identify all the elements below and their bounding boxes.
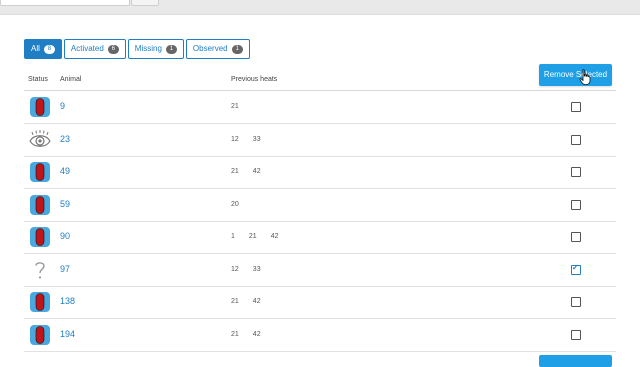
tab-count-badge: 1 [231, 44, 243, 54]
heat-value: 21 [231, 168, 239, 175]
heat-value: 33 [252, 135, 261, 143]
row-select-checkbox[interactable] [571, 232, 581, 242]
heat-value: 21 [231, 103, 239, 110]
header-animal: Animal [60, 76, 82, 83]
activated-tag-icon [29, 194, 51, 216]
tab-label: Missing [134, 44, 162, 53]
bottom-action-button[interactable] [539, 355, 612, 367]
heat-value: 42 [252, 298, 261, 305]
previous-heats: 21 42 [231, 168, 275, 175]
animal-link[interactable]: 194 [60, 329, 75, 339]
header-previous-heats: Previous heats [231, 76, 278, 83]
heat-value: 20 [231, 200, 239, 208]
tab-label: Activated [70, 44, 104, 53]
remove-selected-button[interactable]: Remove Selected [539, 64, 612, 86]
hand-cursor-icon [579, 69, 591, 85]
table-row: 194 21 42 [24, 319, 616, 352]
tab-count-badge: 1 [165, 44, 177, 54]
heat-value: 42 [252, 168, 261, 175]
heat-value: 21 [248, 233, 257, 240]
search-input[interactable] [0, 0, 130, 6]
row-select-checkbox[interactable] [571, 329, 581, 340]
table-row: 138 21 42 [24, 286, 616, 319]
row-select-checkbox[interactable] [571, 102, 581, 112]
table-row: 59 20 [24, 189, 616, 222]
animal-link[interactable]: 59 [60, 199, 70, 209]
activated-tag-icon [29, 161, 51, 183]
tab-count-badge: 6 [107, 44, 119, 54]
activated-tag-icon [29, 96, 51, 118]
row-select-checkbox[interactable] [571, 167, 581, 177]
heat-value: 12 [231, 135, 239, 143]
previous-heats: 1 21 42 [231, 233, 293, 240]
previous-heats: 21 42 [231, 298, 275, 305]
table-row: 23 12 33 [24, 124, 616, 157]
header-status: Status [28, 76, 48, 83]
previous-heats: 21 42 [231, 331, 275, 338]
previous-heats: 21 [231, 103, 253, 110]
filter-tabs: All 8 Activated 6 Missing 1 Observed 1 [24, 39, 250, 59]
heat-value: 42 [270, 233, 279, 240]
animal-link[interactable]: 23 [60, 134, 70, 144]
heat-value: 21 [231, 298, 239, 305]
previous-heats: 20 [231, 201, 253, 208]
row-select-checkbox[interactable] [571, 199, 581, 210]
tab-all[interactable]: All 8 [24, 39, 62, 59]
table-header: Status Animal Previous heats [24, 74, 616, 90]
top-bar [0, 0, 640, 15]
tab-observed[interactable]: Observed 1 [185, 39, 250, 59]
activated-tag-icon [29, 291, 51, 313]
tab-missing[interactable]: Missing 1 [127, 39, 184, 59]
search-button[interactable] [131, 0, 159, 6]
heat-value: 12 [231, 265, 239, 273]
activated-tag-icon [29, 226, 51, 248]
table-row: 49 21 42 [24, 156, 616, 189]
heat-value: 21 [231, 330, 239, 338]
animal-link[interactable]: 90 [60, 231, 70, 241]
heat-value: 33 [252, 265, 261, 273]
question-mark-icon [29, 259, 51, 281]
table-row: 9 21 [24, 91, 616, 124]
animal-link[interactable]: 97 [60, 264, 70, 274]
tab-label: All [31, 44, 40, 53]
tab-activated[interactable]: Activated 6 [63, 39, 126, 59]
previous-heats: 12 33 [231, 136, 275, 143]
activated-tag-icon [29, 324, 51, 346]
animal-link[interactable]: 49 [60, 166, 70, 176]
eye-icon [29, 129, 51, 151]
animal-link[interactable]: 138 [60, 296, 75, 306]
tab-label: Observed [192, 44, 228, 53]
row-select-checkbox[interactable] [571, 297, 581, 307]
row-select-checkbox[interactable] [571, 134, 581, 145]
tab-count-badge: 8 [43, 44, 55, 54]
heat-value: 1 [231, 233, 235, 240]
table-row: 97 12 33 [24, 254, 616, 287]
heat-value: 42 [252, 330, 261, 338]
animal-link[interactable]: 9 [60, 101, 65, 111]
table-row: 90 1 21 42 [24, 221, 616, 254]
row-select-checkbox[interactable] [571, 263, 581, 275]
previous-heats: 12 33 [231, 266, 275, 273]
